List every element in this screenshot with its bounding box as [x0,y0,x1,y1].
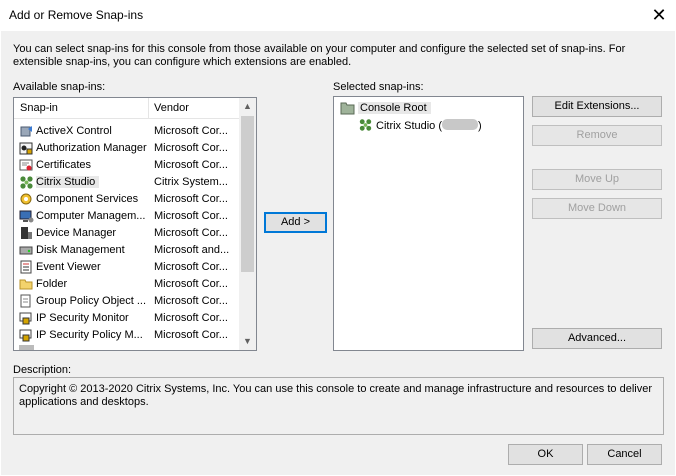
available-snapins-label: Available snap-ins: [13,81,106,93]
selected-snapins-tree[interactable]: Console Root Citrix Studio () [333,96,524,351]
list-item[interactable]: Event Viewer Microsoft Cor... [14,259,240,276]
cancel-button[interactable]: Cancel [587,444,662,465]
scroll-down-icon[interactable]: ▼ [239,333,256,350]
description-label: Description: [13,364,72,376]
folder-icon [340,102,355,115]
certificate-icon [19,159,33,171]
list-item[interactable]: Device Manager Microsoft Cor... [14,225,240,242]
list-item-partial [14,344,240,350]
citrix-icon [20,176,33,189]
citrix-icon [359,119,372,131]
folder-icon [19,279,33,290]
list-item[interactable]: Disk Management Microsoft and... [14,242,240,259]
list-item[interactable]: IP Security Monitor Microsoft Cor... [14,310,240,327]
remove-button[interactable]: Remove [532,125,662,146]
component-services-icon [20,193,32,205]
selected-snapins-label: Selected snap-ins: [333,81,424,93]
description-text: Copyright © 2013-2020 Citrix Systems, In… [19,383,652,408]
move-down-button[interactable]: Move Down [532,198,662,219]
ip-security-icon [19,312,32,325]
title-bar: Add or Remove Snap-ins ✕ [0,0,676,31]
computer-management-icon [19,210,34,223]
description-box: Copyright © 2013-2020 Citrix Systems, In… [13,377,664,435]
scroll-up-icon[interactable]: ▲ [239,98,256,115]
list-item[interactable]: Component Services Microsoft Cor... [14,191,240,208]
column-divider[interactable] [148,98,149,119]
redacted-text [442,119,479,130]
event-viewer-icon [20,260,32,274]
move-up-button[interactable]: Move Up [532,169,662,190]
ok-button[interactable]: OK [508,444,583,465]
advanced-button[interactable]: Advanced... [532,328,662,349]
edit-extensions-button[interactable]: Edit Extensions... [532,96,662,117]
activex-icon [20,126,32,137]
close-icon[interactable]: ✕ [648,4,670,26]
list-header: Snap-in Vendor [14,98,240,119]
device-manager-icon [21,227,32,239]
intro-text: You can select snap-ins for this console… [13,43,626,68]
list-item[interactable]: IP Security Policy M... Microsoft Cor... [14,327,240,344]
column-header-vendor[interactable]: Vendor [154,102,189,114]
list-item[interactable]: Group Policy Object ... Microsoft Cor... [14,293,240,310]
authorization-icon [19,142,33,155]
group-policy-icon [20,294,31,308]
disk-icon [19,246,33,255]
list-item[interactable]: Computer Managem... Microsoft Cor... [14,208,240,225]
list-item[interactable]: Certificates Microsoft Cor... [14,157,240,174]
dialog-body: You can select snap-ins for this console… [1,31,675,475]
list-item[interactable]: Authorization Manager Microsoft Cor... [14,140,240,157]
window-title: Add or Remove Snap-ins [9,8,144,22]
available-snapins-list[interactable]: Snap-in Vendor ActiveX Control Microsoft… [13,97,257,351]
list-item[interactable]: Folder Microsoft Cor... [14,276,240,293]
column-header-snapin[interactable]: Snap-in [20,102,58,114]
scrollbar-thumb[interactable] [241,116,254,272]
ip-security-icon [19,329,32,342]
list-item[interactable]: Citrix Studio Citrix System... [14,174,240,191]
add-button[interactable]: Add > [264,212,327,233]
list-item[interactable]: ActiveX Control Microsoft Cor... [14,123,240,140]
vertical-scrollbar[interactable]: ▲ ▼ [239,98,256,350]
